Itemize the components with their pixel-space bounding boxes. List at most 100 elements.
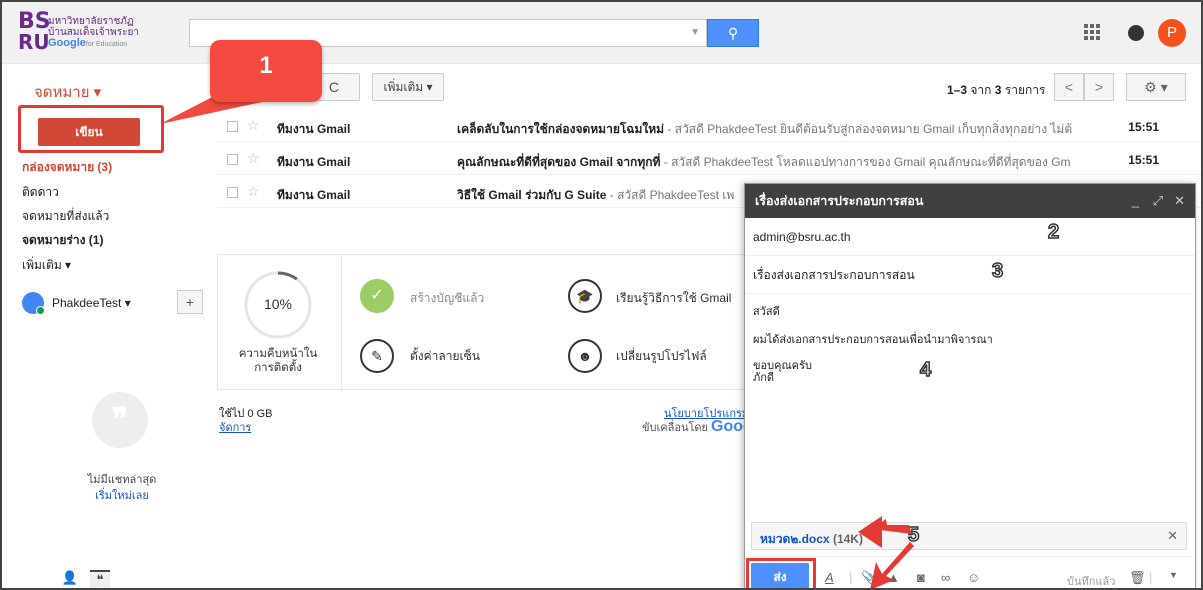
sidebar-item-sent[interactable]: จดหมายที่ส่งแล้ว — [22, 207, 109, 226]
email-subject-text: คุณลักษณะที่ดีที่สุดของ Gmail จากทุกที่ — [457, 155, 661, 169]
remove-attachment-icon[interactable]: ✕ — [1167, 528, 1178, 544]
insert-link-icon[interactable]: ∞ — [941, 570, 950, 585]
email-sender: ทีมงาน Gmail — [277, 122, 351, 136]
graduation-cap-icon: 🎓 — [568, 279, 602, 313]
logo-google-text: Google — [48, 37, 86, 49]
pagination-info: 1–3 จาก 3 รายการ — [947, 81, 1045, 100]
hangouts-user[interactable]: PhakdeeTest ▾ + — [22, 290, 203, 318]
email-row[interactable]: ☆ ทีมงาน Gmail เคล็ดลับในการใช้กล่องจดหม… — [217, 112, 1201, 142]
email-row[interactable]: ☆ ทีมงาน Gmail คุณลักษณะที่ดีที่สุดของ G… — [217, 145, 1201, 175]
profile-picture-step[interactable]: เปลี่ยนรูปโปรไฟล์ — [616, 347, 707, 366]
attachment-name: หมวด๒.docx — [760, 532, 830, 546]
callout-1-text: 1 — [259, 52, 273, 79]
hangouts-user-name-text: PhakdeeTest — [52, 296, 122, 310]
logo-mark-bottom: RU — [18, 30, 50, 54]
notifications-icon[interactable] — [1128, 25, 1144, 41]
new-chat-plus-icon[interactable]: + — [177, 290, 203, 314]
account-avatar[interactable]: P — [1158, 19, 1186, 47]
callout-4: 4 — [919, 358, 932, 382]
search-icon: ⚲ — [727, 25, 739, 41]
callout-3: 3 — [991, 259, 1004, 283]
row-checkbox[interactable] — [227, 154, 238, 165]
email-subject: คุณลักษณะที่ดีที่สุดของ Gmail จากทุกที่ … — [457, 153, 1107, 172]
page-unit: รายการ — [1004, 83, 1046, 97]
email-snippet: - สวัสดี PhakdeeTest โหลดแอปทางการของ Gm… — [660, 155, 1071, 169]
minimize-icon[interactable]: _ — [1132, 184, 1139, 218]
gmail-window: BS RU มหาวิทยาลัยราชภัฏ บ้านสมเด็จเจ้าพร… — [0, 0, 1203, 590]
text-format-icon[interactable]: A — [825, 570, 834, 585]
email-sender: ทีมงาน Gmail — [277, 188, 351, 202]
sidebar-item-inbox[interactable]: กล่องจดหมาย (3) — [22, 158, 112, 177]
body-name[interactable]: ภักดี — [753, 368, 774, 386]
email-time: 15:51 — [1128, 120, 1159, 134]
body-greeting[interactable]: สวัสดี — [753, 302, 780, 320]
attachment-chip[interactable]: หมวด๒.docx (14K) ✕ — [751, 522, 1187, 550]
university-logo[interactable]: BS RU มหาวิทยาลัยราชภัฏ บ้านสมเด็จเจ้าพร… — [18, 9, 178, 54]
row-checkbox[interactable] — [227, 187, 238, 198]
prev-page-button[interactable]: < — [1054, 73, 1084, 101]
email-subject-text: เคล็ดลับในการใช้กล่องจดหมายโฉมใหม่ — [457, 122, 665, 136]
more-actions-button[interactable]: เพิ่มเติม ▾ — [372, 73, 444, 101]
compose-window: เรื่องส่งเอกสารประกอบการสอน _ ⤢ ✕ admin@… — [744, 183, 1196, 588]
trash-icon[interactable]: 🗑 — [1129, 570, 1146, 586]
compose-highlight-box — [18, 105, 164, 153]
saved-status: บันทึกแล้ว — [1067, 576, 1116, 588]
page-range: 1–3 — [947, 83, 968, 97]
top-bar: BS RU มหาวิทยาลัยราชภัฏ บ้านสมเด็จเจ้าพร… — [2, 2, 1201, 64]
toolbar-divider: | — [1149, 570, 1153, 585]
body-text[interactable]: ผมได้ส่งเอกสารประกอบการสอนเพื่อนำมาพิจาร… — [753, 330, 993, 348]
next-page-button[interactable]: > — [1084, 73, 1114, 101]
callout-5-arrows — [858, 516, 914, 588]
email-time: 15:51 — [1128, 153, 1159, 167]
learn-gmail-step[interactable]: เรียนรู้วิธีการใช้ Gmail — [616, 289, 731, 308]
more-options-icon[interactable]: ▼ — [1169, 570, 1178, 580]
sidebar-item-more[interactable]: เพิ่มเติม ▾ — [22, 256, 71, 275]
compose-footer: ส่ง A | 📎 ▲ ◙ ∞ ☺ บันทึกแล้ว 🗑 | ▼ — [745, 556, 1195, 588]
search-button[interactable]: ⚲ — [707, 19, 759, 47]
hangouts-icon[interactable]: ❝ — [90, 570, 110, 588]
page-of-text: จาก — [970, 83, 992, 97]
sidebar-item-starred[interactable]: ติดดาว — [22, 183, 59, 202]
settings-button[interactable]: ⚙ ▾ — [1126, 73, 1186, 101]
setup-progress-panel: 10% ความคืบหน้าในการติดตั้ง ✓ สร้างบัญชี… — [217, 254, 747, 391]
profile-icon: ☻ — [568, 339, 602, 373]
email-subject: เคล็ดลับในการใช้กล่องจดหมายโฉมใหม่ - สวั… — [457, 120, 1107, 139]
progress-label-line-1: ความคืบหน้าใน — [238, 348, 318, 360]
start-new-chat-link[interactable]: เริ่มใหม่เลย — [52, 486, 192, 504]
mail-menu-button[interactable]: จดหมาย ▾ — [34, 80, 101, 104]
logo-mark-top: BS — [18, 9, 51, 34]
search-options-icon[interactable]: ▼ — [690, 27, 700, 38]
powered-by: ขับเคลื่อนโดย Goog — [642, 418, 753, 436]
star-icon[interactable]: ☆ — [247, 150, 260, 167]
progress-label: ความคืบหน้าในการติดตั้ง — [228, 347, 328, 375]
progress-percent: 10% — [263, 296, 293, 312]
subject-field[interactable]: เรื่องส่งเอกสารประกอบการสอน — [745, 256, 1195, 294]
progress-label-line-2: การติดตั้ง — [254, 362, 302, 374]
star-icon[interactable]: ☆ — [247, 183, 260, 200]
apps-grid-icon[interactable] — [1084, 24, 1100, 40]
checkmark-icon: ✓ — [360, 279, 394, 313]
gear-icon: ⚙ ▾ — [1144, 79, 1168, 95]
create-account-step[interactable]: สร้างบัญชีแล้ว — [410, 289, 484, 308]
close-icon[interactable]: ✕ — [1174, 184, 1185, 218]
send-highlight-box — [746, 558, 816, 588]
compose-header: เรื่องส่งเอกสารประกอบการสอน _ ⤢ ✕ — [745, 184, 1195, 218]
sidebar-item-drafts[interactable]: จดหมายร่าง (1) — [22, 231, 103, 250]
page-total: 3 — [994, 83, 1002, 97]
email-subject: วิธีใช้ Gmail ร่วมกับ G Suite - สวัสดี P… — [457, 186, 742, 205]
compose-title: เรื่องส่งเอกสารประกอบการสอน — [755, 194, 924, 208]
powered-by-text: ขับเคลื่อนโดย — [642, 422, 708, 434]
callout-2: 2 — [1047, 220, 1060, 244]
email-sender: ทีมงาน Gmail — [277, 155, 351, 169]
logo-google: Googlefor Education — [48, 37, 127, 49]
contacts-icon[interactable]: 👤 — [60, 570, 80, 586]
attachment-info: หมวด๒.docx (14K) — [760, 530, 863, 549]
divider — [341, 255, 342, 391]
chat-bubble-icon: ❞ — [92, 392, 148, 448]
to-field[interactable]: admin@bsru.ac.th — [745, 218, 1195, 256]
manage-storage-link[interactable]: จัดการ — [219, 418, 251, 436]
signature-step[interactable]: ตั้งค่าลายเซ็น — [410, 347, 480, 366]
expand-icon[interactable]: ⤢ — [1153, 184, 1163, 218]
emoji-icon[interactable]: ☺ — [967, 570, 980, 585]
pencil-icon: ✎ — [360, 339, 394, 373]
